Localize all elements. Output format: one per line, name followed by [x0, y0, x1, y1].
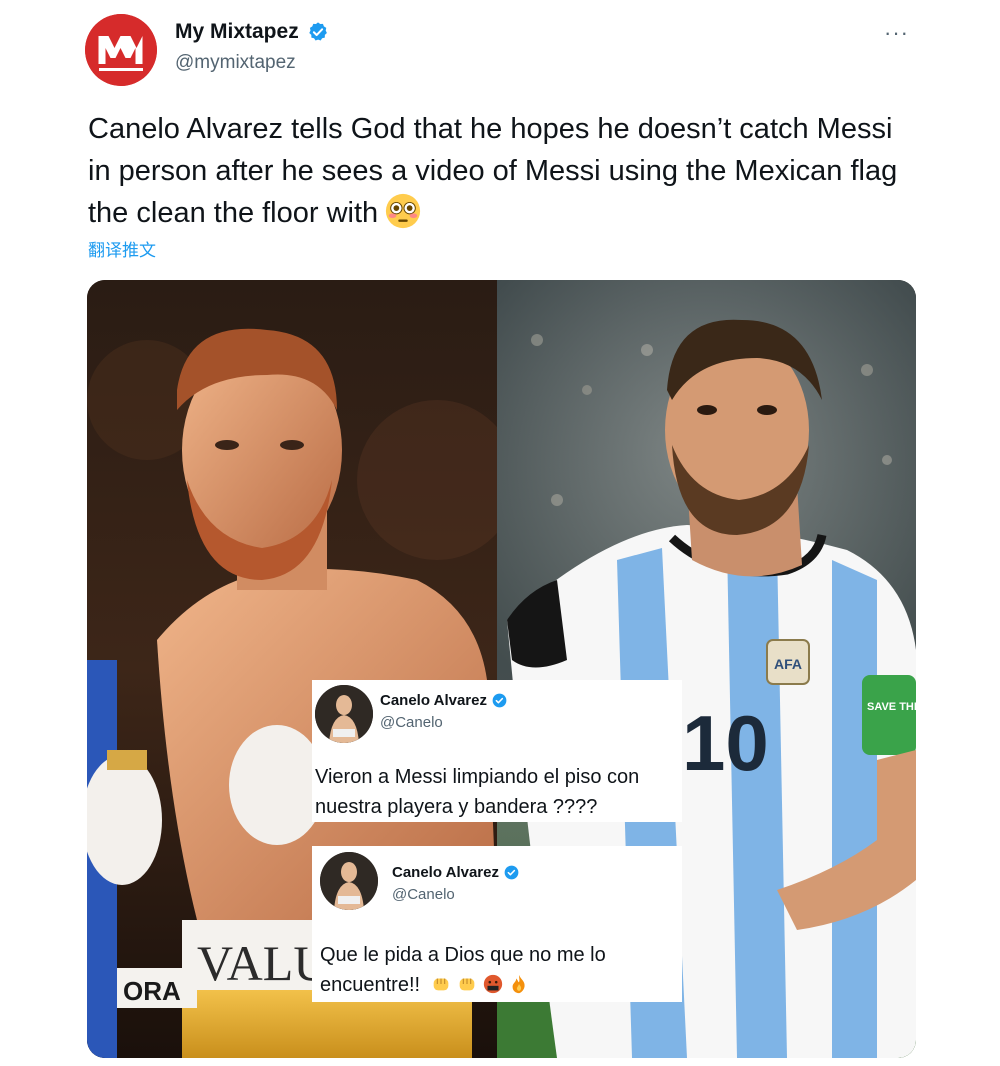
jersey-badge-text: AFA — [774, 656, 802, 672]
reply-avatar[interactable] — [315, 685, 373, 743]
mixtapez-logo-icon — [85, 14, 157, 86]
reply-name-row[interactable]: Canelo Alvarez — [392, 864, 519, 881]
fist-icon — [433, 978, 448, 991]
profile-avatar[interactable] — [85, 14, 157, 86]
display-name[interactable]: My Mixtapez — [175, 20, 299, 44]
more-options-button[interactable]: ··· — [884, 20, 909, 46]
verified-badge-icon — [504, 865, 519, 880]
reply-handle[interactable]: @Canelo — [392, 886, 455, 903]
ring-banner-text: ORA — [123, 976, 181, 1006]
reply-handle[interactable]: @Canelo — [380, 714, 443, 731]
reply-name-row[interactable]: Canelo Alvarez — [380, 692, 507, 709]
verified-badge-icon — [492, 693, 507, 708]
avatar-photo-icon — [315, 685, 373, 743]
embedded-reply-card-2[interactable]: Canelo Alvarez @Canelo Que le pida a Dio… — [312, 846, 682, 1002]
avatar-photo-icon — [320, 852, 378, 910]
reply-display-name[interactable]: Canelo Alvarez — [392, 864, 499, 881]
fire-icon — [512, 974, 525, 994]
embedded-reply-card-1[interactable]: Canelo Alvarez @Canelo Vieron a Messi li… — [312, 680, 682, 822]
jersey-number: 10 — [682, 699, 769, 787]
reply-text: Vieron a Messi limpiando el piso con nue… — [315, 766, 640, 818]
cursing-face-icon — [483, 974, 502, 994]
tweet-body: Canelo Alvarez tells God that he hopes h… — [88, 113, 898, 229]
flushed-face-icon — [386, 193, 421, 229]
reply-display-name[interactable]: Canelo Alvarez — [380, 692, 487, 709]
armband-text: SAVE THE PLAN — [867, 701, 916, 713]
tweet-text: Canelo Alvarez tells God that he hopes h… — [88, 108, 908, 234]
author-handle[interactable]: @mymixtapez — [175, 52, 296, 74]
verified-badge-icon — [308, 22, 327, 41]
fist-icon — [459, 978, 474, 991]
translate-tweet-link[interactable]: 翻译推文 — [88, 236, 156, 261]
reply-avatar[interactable] — [320, 852, 378, 910]
author-name-row[interactable]: My Mixtapez — [175, 20, 329, 44]
reply-text-container: Que le pida a Dios que no me lo encuentr… — [320, 940, 680, 1000]
